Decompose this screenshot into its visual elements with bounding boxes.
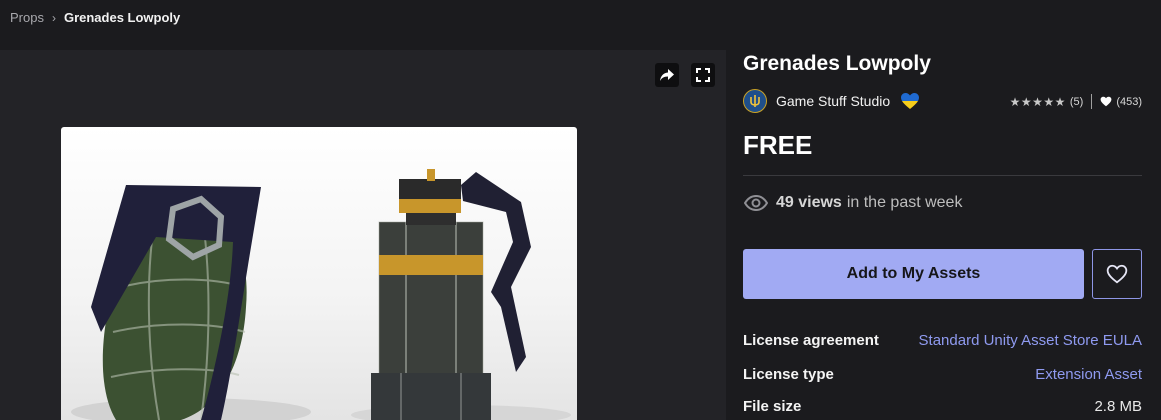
file-size-row: File size 2.8 MB: [743, 398, 1142, 415]
ukraine-heart-icon: [901, 93, 920, 109]
media-viewer[interactable]: [0, 50, 726, 420]
share-arrow-icon: [660, 69, 674, 81]
views-count: 49 views: [776, 194, 842, 211]
divider: [743, 175, 1142, 176]
add-to-wishlist-button[interactable]: [1092, 249, 1142, 299]
asset-title: Grenades Lowpoly: [743, 52, 931, 75]
license-type-link[interactable]: Extension Asset: [1035, 366, 1142, 383]
breadcrumb: Props › Grenades Lowpoly: [10, 10, 180, 25]
share-button[interactable]: [655, 63, 679, 87]
asset-preview-image: [61, 127, 577, 420]
rating-summary: ★★★★★ (5) (453): [1010, 94, 1142, 109]
publisher-row: Game Stuff Studio ★★★★★ (5) (453): [743, 88, 1142, 114]
license-type-label: License type: [743, 366, 834, 383]
add-to-my-assets-button[interactable]: Add to My Assets: [743, 249, 1084, 299]
price-label: FREE: [743, 130, 813, 160]
rating-count[interactable]: (5): [1070, 96, 1083, 108]
chevron-right-icon: ›: [51, 10, 56, 25]
breadcrumb-current: Grenades Lowpoly: [63, 10, 181, 25]
license-type-row: License type Extension Asset: [743, 366, 1142, 383]
fullscreen-icon: [696, 68, 710, 82]
publisher-link[interactable]: Game Stuff Studio: [776, 93, 890, 109]
file-size-value: 2.8 MB: [1094, 398, 1142, 415]
eye-icon: [744, 195, 768, 211]
views-period: in the past week: [846, 194, 963, 211]
fullscreen-button[interactable]: [691, 63, 715, 87]
asset-details-panel: Grenades Lowpoly Game Stuff Studio ★★★★★…: [743, 50, 1142, 415]
rating-divider: [1091, 94, 1093, 109]
license-agreement-label: License agreement: [743, 332, 879, 349]
trident-icon: [750, 95, 760, 107]
grenades-render: [71, 169, 571, 420]
license-agreement-link[interactable]: Standard Unity Asset Store EULA: [919, 332, 1142, 349]
favorites-count: (453): [1116, 95, 1142, 108]
file-size-label: File size: [743, 398, 802, 415]
breadcrumb-link-props[interactable]: Props: [10, 10, 44, 25]
license-agreement-row: License agreement Standard Unity Asset S…: [743, 332, 1142, 349]
rating-stars[interactable]: ★★★★★: [1010, 95, 1066, 109]
views-stat: 49 views in the past week: [744, 194, 962, 212]
heart-icon: [1100, 96, 1112, 107]
publisher-avatar[interactable]: [743, 89, 767, 113]
heart-outline-icon: [1106, 264, 1128, 284]
